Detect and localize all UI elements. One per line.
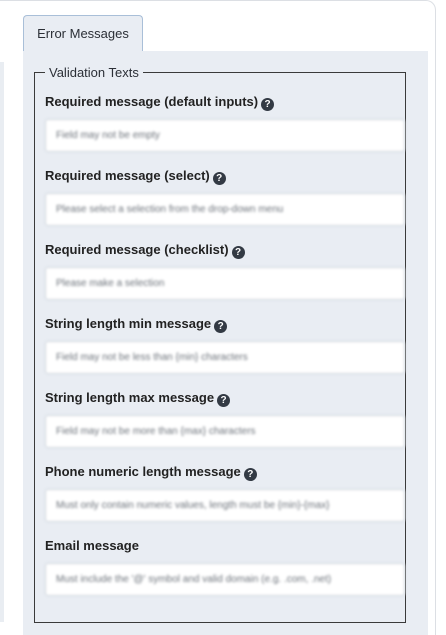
field-string-min: String length min message? (45, 315, 405, 374)
question-circle-icon[interactable]: ? (214, 320, 228, 333)
question-circle-icon[interactable]: ? (231, 246, 245, 259)
question-circle-icon[interactable]: ? (217, 394, 231, 407)
question-circle-icon[interactable]: ? (212, 172, 226, 185)
field-label: Phone numeric length message (45, 464, 241, 479)
question-circle-icon[interactable]: ? (243, 468, 257, 481)
string-min-input[interactable] (45, 341, 405, 374)
field-label: Required message (default inputs) (45, 94, 259, 109)
required-select-input[interactable] (45, 193, 405, 226)
field-label: Required message (checklist) (45, 242, 229, 257)
question-circle-icon[interactable]: ? (261, 98, 275, 111)
email-message-input[interactable] (45, 563, 405, 596)
field-required-select: Required message (select)? (45, 167, 405, 226)
settings-page: Error Messages Validation Texts Required… (0, 0, 446, 635)
string-max-input[interactable] (45, 415, 405, 448)
tab-error-messages[interactable]: Error Messages (23, 15, 143, 52)
field-label: String length max message (45, 390, 215, 405)
field-email: Email message (45, 537, 405, 596)
field-label: String length min message (45, 316, 212, 331)
fieldset-legend: Validation Texts (49, 65, 139, 80)
left-sidebar-edge (0, 62, 4, 622)
field-label: Required message (select) (45, 168, 210, 183)
field-phone-length: Phone numeric length message? (45, 463, 405, 522)
field-required-default: Required message (default inputs)? (45, 93, 405, 152)
error-messages-panel: Validation Texts Required message (defau… (23, 51, 428, 635)
field-string-max: String length max message? (45, 389, 405, 448)
field-label: Email message (45, 538, 139, 553)
required-checklist-input[interactable] (45, 267, 405, 300)
phone-length-input[interactable] (45, 489, 405, 522)
field-required-checklist: Required message (checklist)? (45, 241, 405, 300)
required-default-input[interactable] (45, 119, 405, 152)
